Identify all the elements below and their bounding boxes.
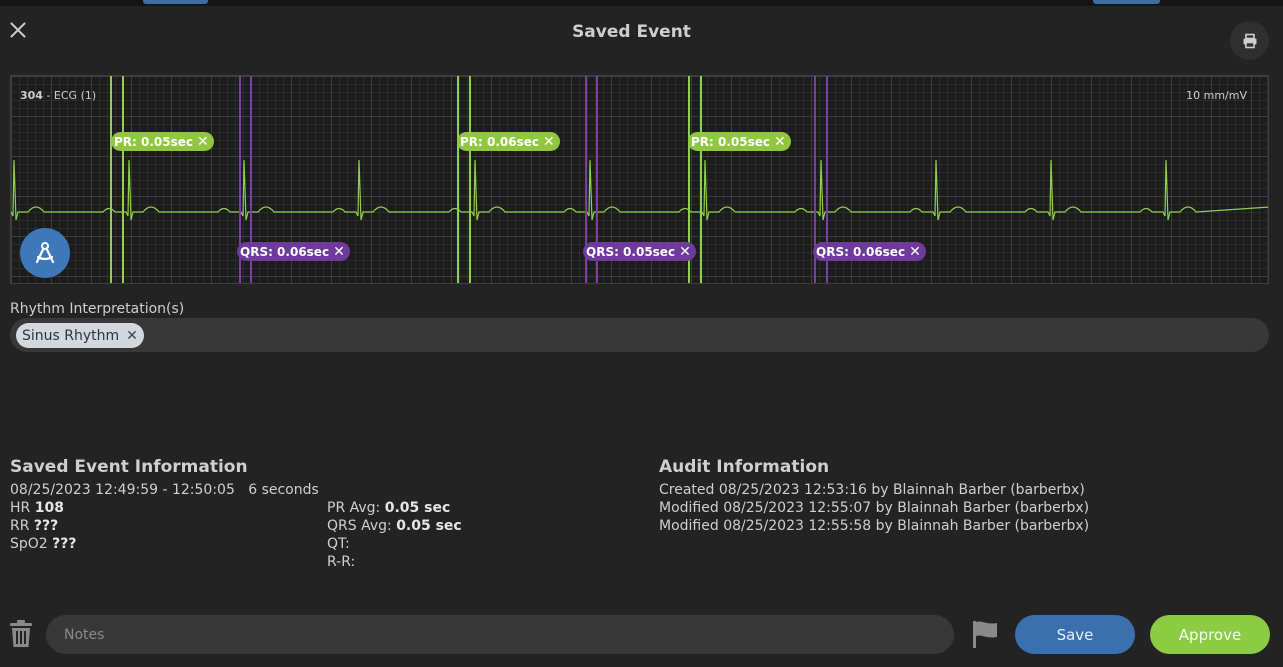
tab-indicator — [1093, 0, 1160, 4]
rhythm-chip-label: Sinus Rhythm — [22, 327, 120, 344]
spo2-label: SpO2 — [10, 536, 48, 552]
remove-chip-icon[interactable]: ✕ — [126, 328, 138, 344]
qrs-avg-label: QRS Avg: — [327, 518, 392, 534]
pr-measurement-tag[interactable]: PR: 0.05sec ✕ — [688, 132, 791, 151]
audit-entry: Modified 08/25/2023 12:55:58 by Blainnah… — [659, 518, 1090, 534]
rr-row: RR ??? — [10, 517, 58, 535]
qrs-measurement-tag[interactable]: QRS: 0.06sec ✕ — [813, 242, 926, 261]
printer-icon — [1243, 33, 1256, 48]
pr-avg-row: PR Avg: 0.05 sec — [327, 499, 450, 517]
pr-tag-label: PR: 0.05sec — [114, 134, 194, 149]
event-duration: 6 seconds — [248, 482, 319, 498]
trash-icon[interactable] — [9, 620, 33, 648]
audit-entry: Created 08/25/2023 12:53:16 by Blainnah … — [659, 482, 1085, 498]
rhythm-interpretation-input[interactable] — [10, 318, 1269, 352]
pr-caliper-line[interactable] — [469, 76, 471, 283]
audit-title: Audit Information — [659, 457, 830, 477]
pr-tag-label: PR: 0.05sec — [691, 134, 771, 149]
qrs-tag-label: QRS: 0.06sec — [816, 244, 906, 259]
scale-label: 10 mm/mV — [1186, 89, 1247, 102]
remove-qrs-icon[interactable]: ✕ — [679, 244, 691, 260]
audit-entry: Modified 08/25/2023 12:55:07 by Blainnah… — [659, 500, 1090, 516]
rr-value: ??? — [33, 518, 59, 534]
hr-label: HR — [10, 500, 31, 516]
event-time-range: 08/25/2023 12:49:59 - 12:50:05 6 seconds — [10, 481, 319, 499]
pr-caliper-line[interactable] — [122, 76, 124, 283]
page-title: Saved Event — [572, 22, 691, 42]
lead-label: 304 - ECG (1) — [20, 89, 96, 102]
pr-tag-label: PR: 0.06sec — [460, 134, 540, 149]
pr-measurement-tag[interactable]: PR: 0.05sec ✕ — [111, 132, 214, 151]
qrs-avg-value: 0.05 sec — [396, 518, 462, 534]
notes-input[interactable] — [46, 615, 954, 654]
ecg-strip[interactable]: 304 - ECG (1) 10 mm/mV PR: 0.05sec ✕ PR: … — [10, 75, 1269, 284]
caliper-tool-button[interactable] — [20, 228, 70, 278]
spo2-value: ??? — [52, 536, 77, 552]
pr-caliper-line[interactable] — [700, 76, 702, 283]
remove-pr-icon[interactable]: ✕ — [774, 134, 786, 150]
qrs-tag-label: QRS: 0.05sec — [586, 244, 676, 259]
qrs-avg-row: QRS Avg: 0.05 sec — [327, 517, 462, 535]
save-button[interactable]: Save — [1015, 615, 1135, 654]
top-tab-strip — [0, 0, 1283, 6]
remove-pr-icon[interactable]: ✕ — [543, 134, 555, 150]
lead-name: - ECG (1) — [42, 89, 97, 102]
hr-row: HR 108 — [10, 499, 64, 517]
print-button[interactable] — [1230, 21, 1269, 60]
hr-value: 108 — [34, 500, 64, 516]
remove-qrs-icon[interactable]: ✕ — [909, 244, 921, 260]
rr-interval-label: R-R: — [327, 554, 356, 570]
rr-label: RR — [10, 518, 30, 534]
rhythm-chip[interactable]: Sinus Rhythm ✕ — [16, 323, 144, 348]
qt-label: QT: — [327, 536, 350, 552]
rhythm-label: Rhythm Interpretation(s) — [10, 301, 185, 317]
spo2-row: SpO2 ??? — [10, 535, 77, 553]
event-time-value: 08/25/2023 12:49:59 - 12:50:05 — [10, 482, 235, 498]
qrs-measurement-tag[interactable]: QRS: 0.06sec ✕ — [237, 242, 350, 261]
lead-number: 304 — [20, 89, 43, 102]
flag-icon[interactable] — [971, 620, 999, 648]
saved-event-title: Saved Event Information — [10, 457, 248, 477]
tab-indicator — [143, 0, 208, 4]
pr-measurement-tag[interactable]: PR: 0.06sec ✕ — [457, 132, 560, 151]
caliper-tool-icon — [35, 242, 55, 264]
pr-caliper-line[interactable] — [110, 76, 112, 283]
pr-avg-label: PR Avg: — [327, 500, 381, 516]
remove-pr-icon[interactable]: ✕ — [197, 134, 209, 150]
remove-qrs-icon[interactable]: ✕ — [333, 244, 345, 260]
qrs-tag-label: QRS: 0.06sec — [240, 244, 330, 259]
approve-button[interactable]: Approve — [1150, 615, 1270, 654]
pr-caliper-line[interactable] — [457, 76, 459, 283]
pr-avg-value: 0.05 sec — [384, 500, 451, 516]
qrs-measurement-tag[interactable]: QRS: 0.05sec ✕ — [583, 242, 696, 261]
